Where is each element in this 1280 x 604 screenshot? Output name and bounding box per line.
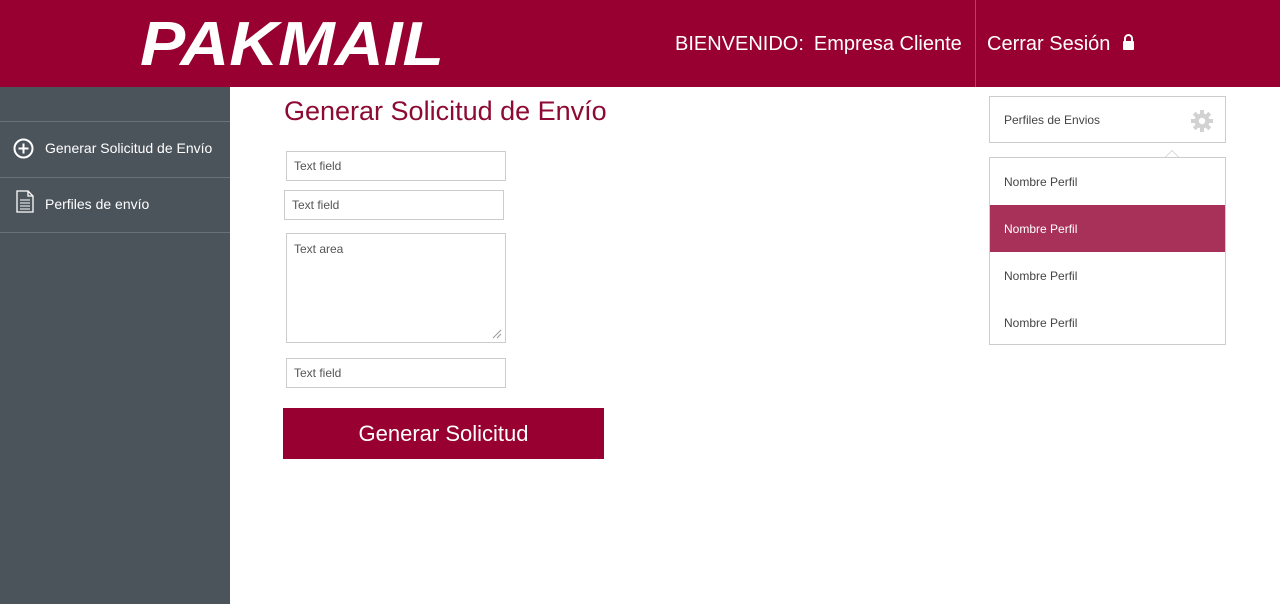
profiles-dropdown-button[interactable]: Perfiles de Envios — [989, 96, 1226, 143]
text-field-1[interactable] — [286, 151, 506, 181]
sidebar-item-generar-solicitud[interactable]: Generar Solicitud de Envío — [0, 121, 230, 177]
sidebar-item-label: Perfiles de envío — [45, 196, 150, 212]
text-field-2[interactable] — [284, 190, 504, 220]
plus-circle-icon — [13, 138, 34, 159]
text-field-3[interactable] — [286, 358, 506, 388]
lock-icon — [1123, 33, 1135, 50]
pakmail-logo[interactable]: PAKMAIL — [140, 18, 444, 67]
welcome-label: BIENVENIDO: — [675, 33, 804, 55]
logo-text: PAKMAIL — [140, 18, 444, 67]
resize-handle-icon[interactable] — [492, 329, 502, 339]
logout-link[interactable]: Cerrar Sesión — [987, 33, 1135, 56]
user-name: Empresa Cliente — [813, 33, 962, 55]
text-area[interactable] — [286, 233, 506, 343]
page-title: Generar Solicitud de Envío — [284, 96, 607, 126]
sidebar-item-perfiles-envio[interactable]: Perfiles de envío — [0, 177, 230, 233]
generar-solicitud-button[interactable]: Generar Solicitud — [283, 408, 604, 459]
document-icon — [16, 190, 34, 213]
profile-item-selected[interactable]: Nombre Perfil — [990, 205, 1225, 252]
header-divider — [975, 0, 976, 87]
profile-item[interactable]: Nombre Perfil — [990, 252, 1225, 299]
gear-icon — [1191, 110, 1213, 132]
header-bar: PAKMAIL BIENVENIDO: Empresa Cliente Cerra… — [0, 0, 1280, 87]
sidebar: Generar Solicitud de Envío Perfiles de e… — [0, 87, 230, 604]
welcome-message: BIENVENIDO: Empresa Cliente — [675, 33, 962, 56]
logout-label: Cerrar Sesión — [987, 33, 1111, 55]
profile-item[interactable]: Nombre Perfil — [990, 158, 1225, 205]
profile-item[interactable]: Nombre Perfil — [990, 299, 1225, 346]
sidebar-item-label: Generar Solicitud de Envío — [45, 140, 213, 156]
profiles-list: Nombre Perfil Nombre Perfil Nombre Perfi… — [989, 157, 1226, 345]
profiles-button-label: Perfiles de Envios — [1004, 113, 1101, 127]
